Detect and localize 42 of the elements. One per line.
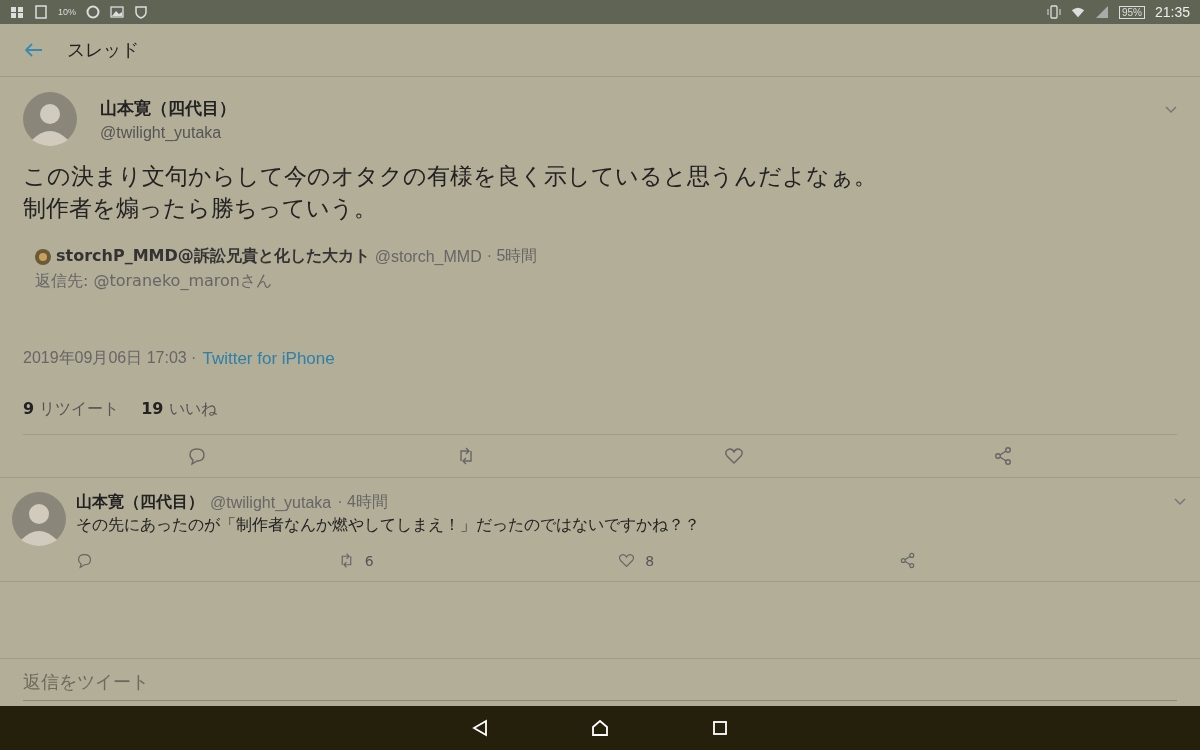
reply-author-name[interactable]: 山本寛（四代目） [76,492,204,513]
stat-count[interactable]: 9 リツイート [23,399,120,420]
document-icon [34,5,48,19]
reply-text: その先にあったのが「制作者なんか燃やしてしまえ！」だったのではないですかね？？ [76,515,701,536]
battery-saver-label: 10% [58,7,76,17]
reply-icon[interactable] [76,552,93,569]
share-icon[interactable] [992,446,1013,466]
recents-icon[interactable] [711,719,729,737]
screen-title: スレッド [67,38,139,62]
back-arrow-icon[interactable] [25,43,43,57]
like-count: 8 [645,552,655,569]
home-icon[interactable] [591,719,609,737]
reply-time: · 4時間 [337,492,388,512]
author-name[interactable]: 山本寛（四代目） [100,96,236,120]
battery-indicator: 95% [1118,5,1145,19]
tweet-text: この決まり文句からして今のオタクの有様を良く示していると思うんだよなぁ。 制作者を煽ったら勝ちっていう。 [23,162,878,223]
reply-input-field[interactable]: 返信をツイート [23,659,1177,701]
quoted-time: · 5時間 [486,246,538,266]
share-icon[interactable] [899,552,916,569]
quoted-avatar [35,248,51,265]
timestamp: 2019年09月06日 17:03 · [23,348,197,368]
back-icon[interactable] [471,719,489,737]
quoted-author-name[interactable]: storchP_MMD@訴訟兄貴と化した大カト [56,246,370,267]
shield-icon [134,5,148,19]
signal-icon [1094,5,1109,19]
heart-icon[interactable] [724,446,745,466]
chevron-down-icon[interactable] [1174,498,1186,506]
vibrate-icon [1046,5,1061,19]
reply-icon[interactable] [187,446,208,466]
stat-count[interactable]: 19 いいね [141,399,217,420]
reply-to-text: 返信先: @toraneko_maronさん [35,271,273,292]
avatar[interactable] [12,492,66,546]
chevron-down-icon[interactable] [1165,106,1177,114]
grid-icon [10,5,24,19]
clock: 21:35 [1154,4,1190,20]
quoted-handle: @storch_MMD [374,247,482,266]
heart-icon[interactable] [618,552,636,569]
image-icon [110,5,124,19]
wifi-icon [1070,5,1085,19]
avatar[interactable] [23,92,77,146]
retweet-count: 6 [364,552,374,569]
reply-handle: @twilight_yutaka [210,493,332,512]
